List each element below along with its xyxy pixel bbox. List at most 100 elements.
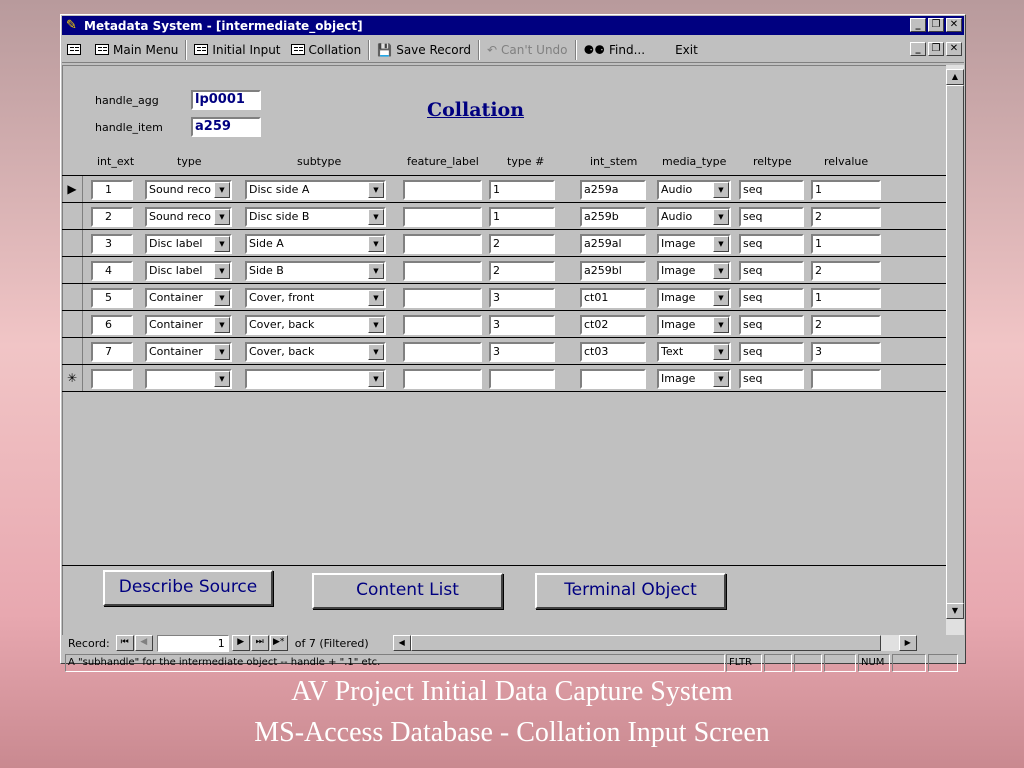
dropdown-arrow-icon[interactable]: ▼ [368,236,384,252]
type-cell[interactable]: ▼ [145,369,232,389]
last-record-icon[interactable]: ⏭ [250,635,269,651]
vertical-scrollbar[interactable]: ▲ ▼ [946,65,964,635]
scroll-thumb[interactable] [946,85,964,613]
relvalue-cell[interactable]: 2 [811,207,881,227]
media-type-cell[interactable]: Audio ▼ [657,207,731,227]
reltype-cell[interactable]: seq [739,234,804,254]
form-menu-icon[interactable] [62,39,90,61]
media-type-cell[interactable]: Image ▼ [657,315,731,335]
media-type-cell[interactable]: Audio ▼ [657,180,731,200]
content-list-button[interactable]: Content List [312,573,503,609]
feature-label-cell[interactable] [403,207,482,227]
dropdown-arrow-icon[interactable]: ▼ [368,371,384,387]
previous-record-icon[interactable]: ◀ [134,635,153,651]
dropdown-arrow-icon[interactable]: ▼ [368,209,384,225]
int-stem-cell[interactable]: a259a [580,180,646,200]
reltype-cell[interactable]: seq [739,261,804,281]
close-button[interactable]: ✕ [946,18,962,32]
media-type-cell[interactable]: Image ▼ [657,261,731,281]
minimize-button[interactable]: _ [910,18,926,32]
relvalue-cell[interactable]: 2 [811,315,881,335]
int-stem-cell[interactable] [580,369,646,389]
int-stem-cell[interactable]: ct02 [580,315,646,335]
menu-main-menu[interactable]: Main Menu [90,39,183,61]
describe-source-button[interactable]: Describe Source [103,570,273,606]
reltype-cell[interactable]: seq [739,288,804,308]
menu-collation[interactable]: Collation [286,39,367,61]
subtype-cell[interactable]: Cover, front ▼ [245,288,386,308]
feature-label-cell[interactable] [403,288,482,308]
menu-initial-input[interactable]: Initial Input [189,39,285,61]
media-type-cell[interactable]: Text ▼ [657,342,731,362]
dropdown-arrow-icon[interactable]: ▼ [214,182,230,198]
relvalue-cell[interactable]: 2 [811,261,881,281]
type-num-cell[interactable]: 2 [489,261,555,281]
restore-button[interactable]: ❐ [928,18,944,32]
dropdown-arrow-icon[interactable]: ▼ [214,263,230,279]
subtype-cell[interactable]: Disc side A ▼ [245,180,386,200]
media-type-cell[interactable]: Image ▼ [657,288,731,308]
int-ext-cell[interactable]: 7 [91,342,133,362]
dropdown-arrow-icon[interactable]: ▼ [214,344,230,360]
dropdown-arrow-icon[interactable]: ▼ [214,371,230,387]
type-cell[interactable]: Sound reco ▼ [145,180,232,200]
dropdown-arrow-icon[interactable]: ▼ [713,182,729,198]
int-stem-cell[interactable]: ct01 [580,288,646,308]
type-cell[interactable]: Sound reco ▼ [145,207,232,227]
type-num-cell[interactable]: 2 [489,234,555,254]
type-cell[interactable]: Disc label ▼ [145,261,232,281]
dropdown-arrow-icon[interactable]: ▼ [368,290,384,306]
subtype-cell[interactable]: ▼ [245,369,386,389]
dropdown-arrow-icon[interactable]: ▼ [368,317,384,333]
feature-label-cell[interactable] [403,180,482,200]
type-num-cell[interactable]: 1 [489,180,555,200]
feature-label-cell[interactable] [403,315,482,335]
new-record-indicator-icon[interactable]: ✳ [62,365,83,391]
reltype-cell[interactable]: seq [739,207,804,227]
int-stem-cell[interactable]: a259bl [580,261,646,281]
relvalue-cell[interactable]: 1 [811,180,881,200]
dropdown-arrow-icon[interactable]: ▼ [368,344,384,360]
dropdown-arrow-icon[interactable]: ▼ [713,263,729,279]
dropdown-arrow-icon[interactable]: ▼ [713,344,729,360]
dropdown-arrow-icon[interactable]: ▼ [713,290,729,306]
reltype-cell[interactable]: seq [739,315,804,335]
int-stem-cell[interactable]: a259al [580,234,646,254]
feature-label-cell[interactable] [403,261,482,281]
horizontal-scroll-thumb[interactable] [410,635,881,651]
dropdown-arrow-icon[interactable]: ▼ [368,263,384,279]
record-selector[interactable] [62,311,83,337]
next-record-icon[interactable]: ▶ [231,635,250,651]
subtype-cell[interactable]: Side A ▼ [245,234,386,254]
scroll-right-arrow-icon[interactable]: ▶ [898,635,917,651]
first-record-icon[interactable]: ⏮ [115,635,134,651]
dropdown-arrow-icon[interactable]: ▼ [713,317,729,333]
reltype-cell[interactable]: seq [739,180,804,200]
int-ext-cell[interactable]: 3 [91,234,133,254]
scroll-down-arrow-icon[interactable]: ▼ [946,603,964,619]
media-type-cell[interactable]: Image ▼ [657,234,731,254]
subtype-cell[interactable]: Side B ▼ [245,261,386,281]
int-ext-cell[interactable]: 6 [91,315,133,335]
type-num-cell[interactable]: 3 [489,342,555,362]
int-stem-cell[interactable]: a259b [580,207,646,227]
feature-label-cell[interactable] [403,342,482,362]
menu-exit[interactable]: Exit [670,39,703,61]
relvalue-cell[interactable]: 1 [811,234,881,254]
feature-label-cell[interactable] [403,369,482,389]
media-type-cell[interactable]: Image ▼ [657,369,731,389]
type-num-cell[interactable] [489,369,555,389]
int-ext-cell[interactable]: 2 [91,207,133,227]
int-stem-cell[interactable]: ct03 [580,342,646,362]
current-record-indicator-icon[interactable]: ▶ [62,176,83,202]
int-ext-cell[interactable]: 4 [91,261,133,281]
reltype-cell[interactable]: seq [739,342,804,362]
horizontal-scrollbar[interactable]: ◀ ▶ [392,635,917,651]
handle-item-field[interactable]: a259 [191,117,261,137]
menu-save-record[interactable]: 💾 Save Record [372,39,476,61]
dropdown-arrow-icon[interactable]: ▼ [368,182,384,198]
type-num-cell[interactable]: 1 [489,207,555,227]
menu-find[interactable]: ⚈⚈ Find... [579,39,651,61]
dropdown-arrow-icon[interactable]: ▼ [713,371,729,387]
dropdown-arrow-icon[interactable]: ▼ [713,236,729,252]
